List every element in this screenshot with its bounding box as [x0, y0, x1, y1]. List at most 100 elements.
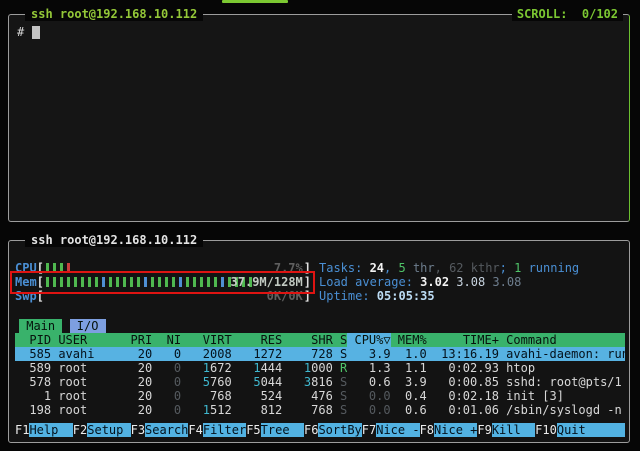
fkey-f7[interactable]: F7: [362, 423, 376, 437]
cell-pri: 20: [123, 347, 152, 361]
fkey-action-kill[interactable]: Kill: [492, 423, 535, 437]
column-header-cmd[interactable]: Command: [499, 333, 625, 347]
process-row[interactable]: 589root200167214441000R1.31.10:02.93htop: [15, 361, 625, 375]
column-header-cpu[interactable]: CPU%▽: [347, 333, 390, 347]
meter-tick: [67, 263, 70, 273]
cell-user: avahi: [51, 347, 123, 361]
column-header-res[interactable]: RES: [232, 333, 283, 347]
fkey-f10[interactable]: F10: [535, 423, 557, 437]
fkey-action-help[interactable]: Help: [29, 423, 72, 437]
text-segment: htop: [506, 361, 535, 375]
cell-cpu: 0.6: [347, 375, 390, 389]
meter-tick: [172, 277, 175, 287]
meter-tick: [53, 277, 56, 287]
text-segment: 0: [174, 389, 181, 403]
fkey-f3[interactable]: F3: [131, 423, 145, 437]
fkey-action-quit[interactable]: Quit: [557, 423, 625, 437]
meter-tick: [165, 277, 168, 287]
fkey-f4[interactable]: F4: [188, 423, 202, 437]
meter-tick: [221, 277, 224, 287]
text-segment: S: [340, 403, 347, 417]
meter-tick: [137, 277, 140, 287]
fkey-action-nice+[interactable]: Nice +: [434, 423, 477, 437]
text-segment: 1.3: [369, 361, 391, 375]
meter-tick: [116, 277, 119, 287]
column-header-pid[interactable]: PID: [15, 333, 51, 347]
text-segment: avahi: [58, 347, 94, 361]
text-segment: R: [340, 361, 347, 375]
cell-s: S: [333, 347, 347, 361]
fkey-f1[interactable]: F1: [15, 423, 29, 437]
fkey-action-search[interactable]: Search: [145, 423, 188, 437]
column-header-ni[interactable]: NI: [152, 333, 181, 347]
cell-res: 1444: [232, 361, 283, 375]
process-row[interactable]: 578root200576050443816S0.63.90:00.85sshd…: [15, 375, 625, 389]
tab-main[interactable]: Main: [19, 319, 62, 333]
fkey-f5[interactable]: F5: [246, 423, 260, 437]
column-header-mem[interactable]: MEM%: [391, 333, 427, 347]
cell-ni: 0: [152, 403, 181, 417]
text-segment: 1: [203, 361, 210, 375]
cell-pid: 198: [15, 403, 51, 417]
text-segment: Uptime:: [319, 289, 377, 303]
cell-cpu: 0.0: [347, 389, 390, 403]
fkey-f6[interactable]: F6: [304, 423, 318, 437]
cell-pid: 585: [15, 347, 51, 361]
fkey-f9[interactable]: F9: [477, 423, 491, 437]
column-header-pri[interactable]: PRI: [123, 333, 152, 347]
text-segment: 768: [311, 403, 333, 417]
fkey-action-tree[interactable]: Tree: [261, 423, 304, 437]
cell-res: 524: [232, 389, 283, 403]
cell-time: 0:02.93: [427, 361, 499, 375]
cell-pid: 578: [15, 375, 51, 389]
meter-tick: [151, 277, 154, 287]
process-row[interactable]: 198root2001512812768S0.00.60:01.06/sbin/…: [15, 403, 625, 417]
tasks-line: Tasks: 24, 5 thr, 62 kthr; 1 running: [319, 261, 625, 275]
fkey-action-setup[interactable]: Setup: [87, 423, 130, 437]
cell-shr: 728: [282, 347, 333, 361]
process-row[interactable]: 585avahi20020081272728S3.91.013:16.19ava…: [15, 347, 625, 361]
text-segment: 000: [311, 361, 333, 375]
pane-top-shell[interactable]: ssh root@192.168.10.112 SCROLL: 0/102 #: [8, 14, 630, 222]
pane-top-title: ssh root@192.168.10.112: [25, 7, 203, 21]
column-header-user[interactable]: USER: [51, 333, 123, 347]
pane-bottom-htop[interactable]: ssh root@192.168.10.112 CPU[7.7%]Mem[37.…: [8, 240, 630, 443]
meter-tick: [102, 277, 105, 287]
tab-io[interactable]: I/O: [70, 319, 106, 333]
cell-virt: 1672: [181, 361, 232, 375]
process-row[interactable]: 1root200768524476S0.00.40:02.18init [3]: [15, 389, 625, 403]
cell-s: S: [333, 403, 347, 417]
column-header-virt[interactable]: VIRT: [181, 333, 232, 347]
cpu-meter-bar: 7.7%: [44, 262, 304, 274]
meter-tick: [46, 277, 49, 287]
cell-shr: 768: [282, 403, 333, 417]
fkey-action-nice-[interactable]: Nice -: [376, 423, 419, 437]
meter-tick: [186, 277, 189, 287]
text-segment: 0.4: [405, 389, 427, 403]
column-header-s[interactable]: S: [333, 333, 347, 347]
meter-tick: [144, 277, 147, 287]
fkey-f2[interactable]: F2: [73, 423, 87, 437]
cell-user: root: [51, 403, 123, 417]
cell-pid: 589: [15, 361, 51, 375]
text-segment: 0: [174, 375, 181, 389]
column-header-time[interactable]: TIME+: [427, 333, 499, 347]
text-segment: 20: [138, 347, 152, 361]
meter-tick: [158, 277, 161, 287]
cell-virt: 1512: [181, 403, 232, 417]
text-segment: ;: [500, 261, 514, 275]
cell-ni: 0: [152, 389, 181, 403]
htop-app: CPU[7.7%]Mem[37.9M/128M]Swp[0K/0K] Tasks…: [9, 241, 629, 442]
column-header-shr[interactable]: SHR: [282, 333, 333, 347]
text-segment: 62 kthr: [449, 261, 500, 275]
text-segment: 13:16.19: [441, 347, 499, 361]
cpu-meter-value: 7.7%: [274, 262, 303, 274]
fkey-action-sortby[interactable]: SortBy: [318, 423, 361, 437]
cell-res: 5044: [232, 375, 283, 389]
cell-virt: 2008: [181, 347, 232, 361]
fkey-f8[interactable]: F8: [420, 423, 434, 437]
text-segment: 198: [29, 403, 51, 417]
meter-tick: [74, 277, 77, 287]
text-segment: root: [58, 389, 87, 403]
fkey-action-filter[interactable]: Filter: [203, 423, 246, 437]
